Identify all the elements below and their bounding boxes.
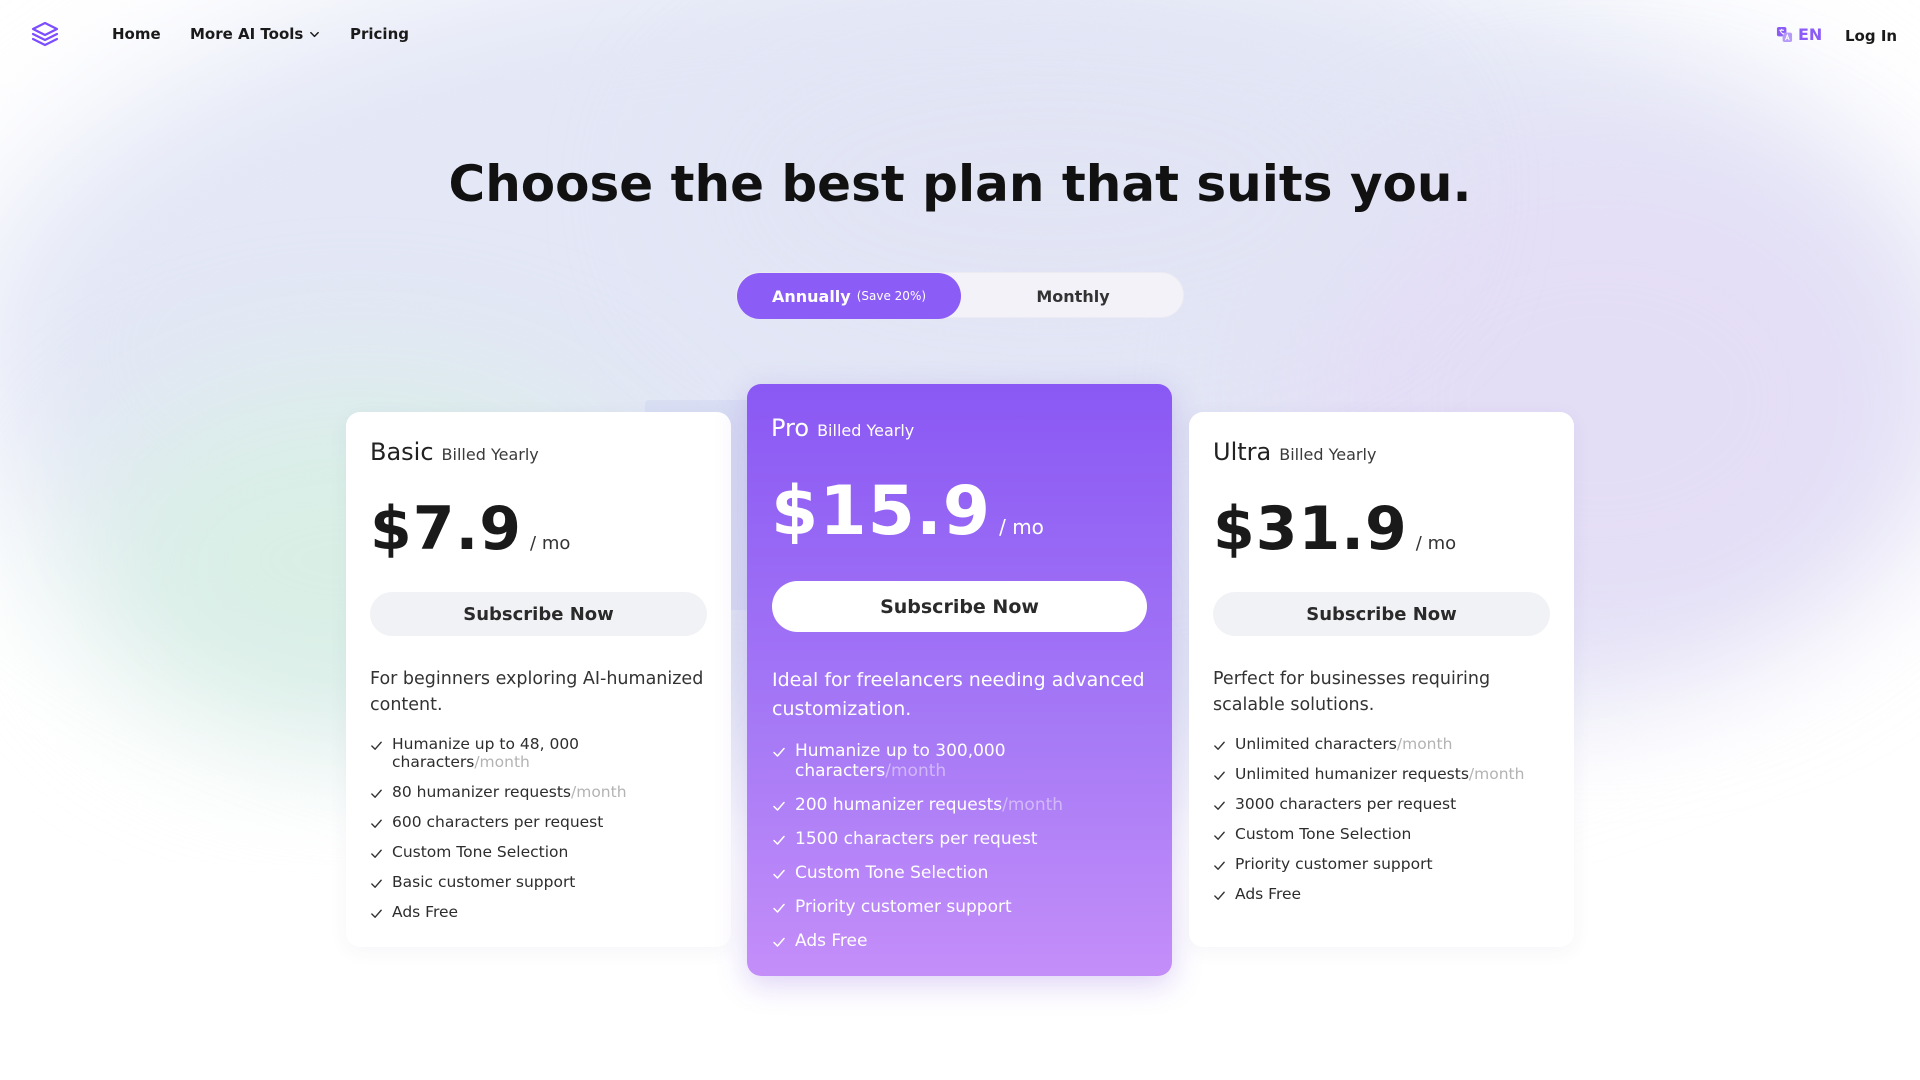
- feature-list: Humanize up to 48, 000 characters/month …: [370, 735, 715, 933]
- feature-suffix: /month: [885, 761, 947, 781]
- feature-text: Unlimited humanizer requests: [1235, 765, 1469, 783]
- feature-text: Basic customer support: [392, 873, 576, 891]
- feature-suffix: /month: [1396, 735, 1453, 753]
- billing-toggle: Annually (Save 20%) Monthly: [736, 272, 1185, 319]
- feature-item: 600 characters per request: [370, 813, 715, 831]
- feature-item: Custom Tone Selection: [772, 863, 1152, 883]
- logo-icon[interactable]: [30, 20, 60, 50]
- check-icon: [773, 801, 785, 811]
- plan-billing: Billed Yearly: [441, 445, 539, 464]
- feature-item: Priority customer support: [772, 897, 1152, 917]
- nav-more-ai-tools-dropdown[interactable]: More AI Tools: [190, 25, 320, 43]
- nav-home-link[interactable]: Home: [112, 25, 161, 43]
- feature-text: Ads Free: [1235, 885, 1302, 903]
- feature-text: 1500 characters per request: [795, 829, 1038, 849]
- chevron-down-icon: [310, 31, 320, 37]
- feature-suffix: /month: [474, 753, 530, 771]
- plan-price: $15.9: [771, 472, 992, 551]
- check-icon: [1214, 771, 1225, 780]
- nav-pricing-link[interactable]: Pricing: [350, 25, 409, 43]
- feature-item: Unlimited characters/month: [1213, 735, 1558, 753]
- feature-item: Ads Free: [772, 931, 1152, 951]
- plan-card-ultra: Ultra Billed Yearly $31.9 / mo Subscribe…: [1189, 412, 1574, 947]
- language-label: EN: [1798, 25, 1823, 44]
- billing-monthly-option[interactable]: Monthly: [961, 273, 1185, 319]
- plan-name: Ultra: [1213, 438, 1272, 466]
- check-icon: [773, 869, 785, 879]
- feature-item: 1500 characters per request: [772, 829, 1152, 849]
- check-icon: [371, 909, 382, 918]
- plan-billing: Billed Yearly: [817, 421, 915, 440]
- subscribe-button-pro[interactable]: Subscribe Now: [772, 581, 1147, 632]
- check-icon: [1214, 861, 1225, 870]
- feature-text: Custom Tone Selection: [795, 863, 989, 883]
- feature-text: Priority customer support: [795, 897, 1012, 917]
- feature-item: 80 humanizer requests/month: [370, 783, 715, 801]
- feature-text: Ads Free: [795, 931, 868, 951]
- nav-more-ai-tools-label: More AI Tools: [190, 25, 304, 43]
- plan-name: Basic: [370, 438, 434, 466]
- feature-text: Custom Tone Selection: [392, 843, 569, 861]
- feature-list: Humanize up to 300,000 characters/month …: [772, 741, 1152, 965]
- check-icon: [773, 903, 785, 913]
- plan-card-pro: Pro Billed Yearly $15.9 / mo Subscribe N…: [747, 384, 1172, 976]
- translate-icon: [1776, 26, 1793, 43]
- feature-text: Unlimited characters: [1235, 735, 1397, 753]
- feature-item: Humanize up to 300,000 characters/month: [772, 741, 1152, 781]
- feature-item: Basic customer support: [370, 873, 715, 891]
- feature-suffix: /month: [1468, 765, 1525, 783]
- check-icon: [1214, 831, 1225, 840]
- plan-description: Perfect for businesses requiring scalabl…: [1213, 669, 1491, 715]
- save-badge: (Save 20%): [856, 289, 927, 303]
- annually-label: Annually: [771, 286, 851, 306]
- feature-item: Custom Tone Selection: [1213, 825, 1558, 843]
- feature-item: Custom Tone Selection: [370, 843, 715, 861]
- check-icon: [1214, 891, 1225, 900]
- feature-item: 3000 characters per request: [1213, 795, 1558, 813]
- page-title: Choose the best plan that suits you.: [448, 155, 1472, 213]
- feature-list: Unlimited characters/month Unlimited hum…: [1213, 735, 1558, 915]
- feature-text: Custom Tone Selection: [1235, 825, 1412, 843]
- plan-price-unit: / mo: [999, 515, 1044, 539]
- feature-suffix: /month: [571, 783, 627, 801]
- check-icon: [773, 835, 785, 845]
- plan-price-unit: / mo: [1415, 533, 1457, 554]
- feature-text: 200 humanizer requests: [795, 795, 1003, 815]
- check-icon: [773, 747, 785, 757]
- check-icon: [371, 819, 382, 828]
- check-icon: [1214, 741, 1225, 750]
- plan-billing: Billed Yearly: [1279, 445, 1377, 464]
- feature-suffix: /month: [1002, 795, 1064, 815]
- feature-text: Priority customer support: [1235, 855, 1433, 873]
- check-icon: [773, 937, 785, 947]
- feature-item: Humanize up to 48, 000 characters/month: [370, 735, 715, 771]
- feature-text: Ads Free: [392, 903, 459, 921]
- feature-item: Unlimited humanizer requests/month: [1213, 765, 1558, 783]
- plan-description: Ideal for freelancers needing advanced c…: [772, 669, 1145, 720]
- plan-name: Pro: [771, 414, 810, 442]
- check-icon: [371, 879, 382, 888]
- feature-item: Priority customer support: [1213, 855, 1558, 873]
- subscribe-button-basic[interactable]: Subscribe Now: [370, 592, 707, 636]
- check-icon: [371, 789, 382, 798]
- plan-card-basic: Basic Billed Yearly $7.9 / mo Subscribe …: [346, 412, 731, 947]
- feature-text: 80 humanizer requests: [392, 783, 571, 801]
- plan-price-unit: / mo: [530, 533, 571, 554]
- check-icon: [371, 741, 382, 750]
- check-icon: [1214, 801, 1225, 810]
- plan-price: $7.9: [370, 494, 523, 564]
- feature-item: 200 humanizer requests/month: [772, 795, 1152, 815]
- billing-annually-option[interactable]: Annually (Save 20%): [737, 273, 961, 319]
- feature-text: 600 characters per request: [392, 813, 604, 831]
- plan-price: $31.9: [1213, 494, 1408, 564]
- plan-description: For beginners exploring AI-humanized con…: [370, 669, 704, 715]
- feature-text: 3000 characters per request: [1235, 795, 1457, 813]
- language-selector[interactable]: EN: [1776, 25, 1822, 44]
- login-link[interactable]: Log In: [1845, 27, 1897, 45]
- check-icon: [371, 849, 382, 858]
- subscribe-button-ultra[interactable]: Subscribe Now: [1213, 592, 1550, 636]
- feature-item: Ads Free: [1213, 885, 1558, 903]
- feature-item: Ads Free: [370, 903, 715, 921]
